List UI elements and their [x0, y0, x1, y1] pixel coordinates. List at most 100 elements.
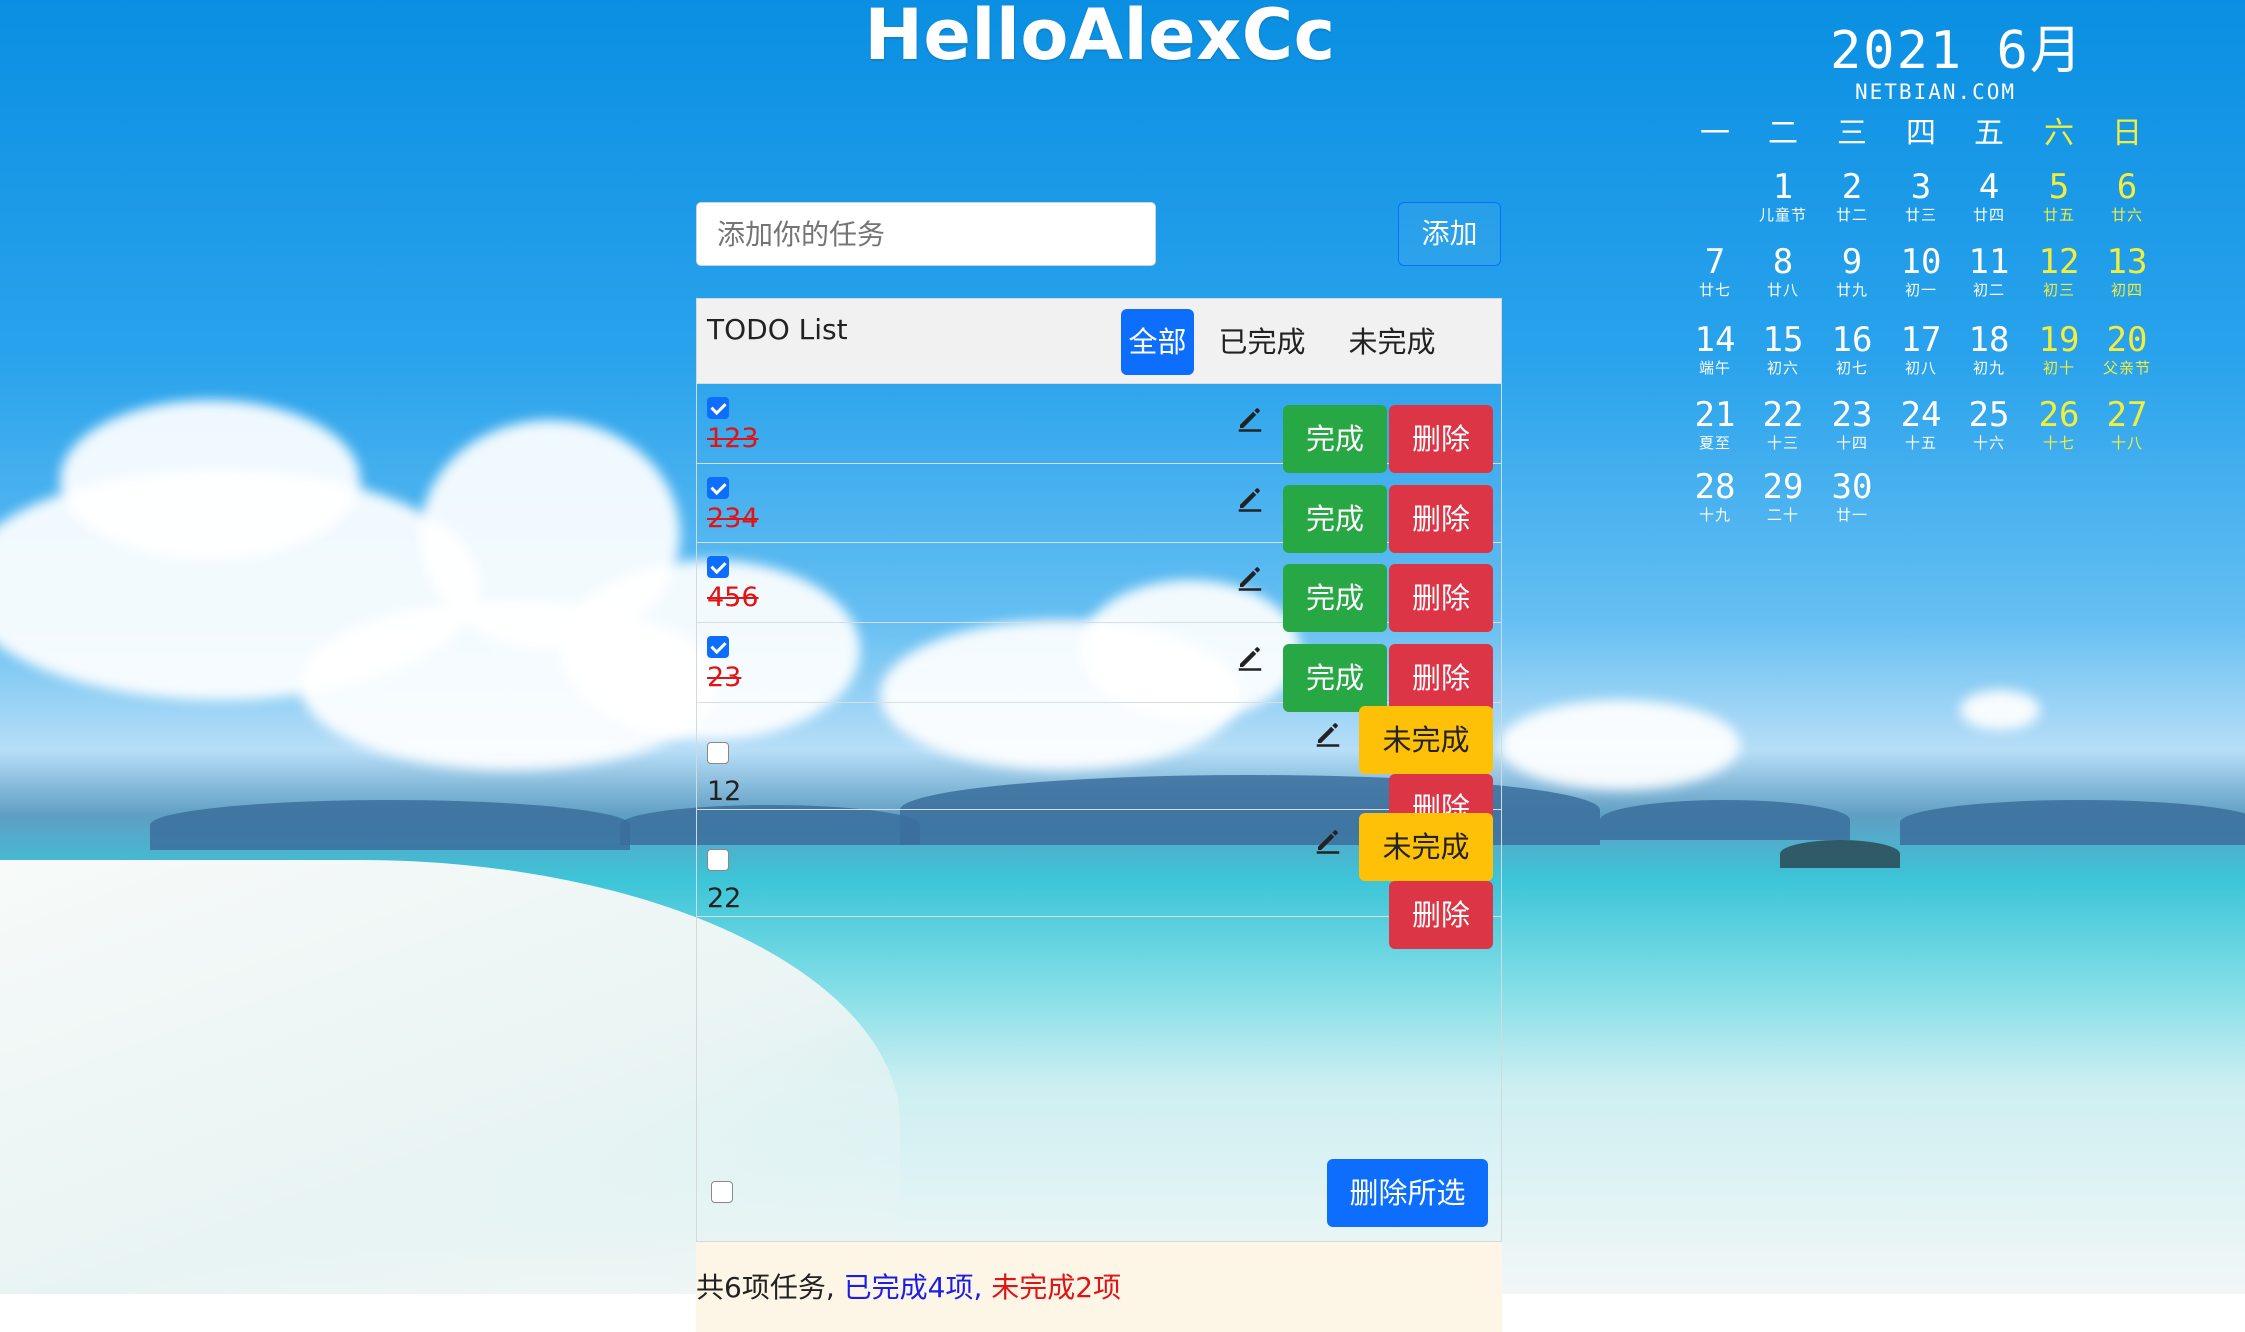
task-checkbox[interactable]	[707, 556, 729, 578]
calendar-day-number: 2	[1841, 167, 1863, 207]
edit-pencil-icon[interactable]	[1235, 562, 1265, 592]
summary-bar: 共6项任务, 已完成4项, 未完成2项	[696, 1242, 1502, 1332]
panel-header: TODO List 全部 已完成 未完成	[697, 299, 1501, 384]
calendar-day: 3 廿三	[1891, 168, 1951, 224]
calendar-day: 6 廿六	[2097, 168, 2157, 224]
calendar-day: 17 初八	[1891, 321, 1951, 377]
incomplete-button[interactable]: 未完成	[1359, 706, 1493, 774]
filter-done-tab[interactable]: 已完成	[1207, 309, 1317, 375]
calendar-weekday: 三	[1837, 116, 1867, 151]
delete-button[interactable]: 删除	[1389, 881, 1493, 949]
calendar-day: 4 廿四	[1959, 168, 2019, 224]
calendar-day-lunar: 初十	[2042, 359, 2075, 377]
calendar-day-lunar: 廿七	[1698, 281, 1731, 299]
calendar-day: 7 廿七	[1685, 243, 1745, 299]
calendar-day: 20 父亲节	[2097, 321, 2157, 377]
edit-pencil-icon[interactable]	[1235, 403, 1265, 433]
calendar-day: 10 初一	[1891, 243, 1951, 299]
calendar-day-number: 13	[2106, 242, 2148, 282]
calendar-day-number: 1	[1772, 167, 1794, 207]
calendar-day: 22 十三	[1753, 396, 1813, 452]
calendar-day-number: 4	[1978, 167, 2000, 207]
task-row: 22 未完成 删除	[697, 809, 1501, 949]
calendar-day-number: 16	[1831, 320, 1873, 360]
calendar-day-number: 27	[2106, 395, 2148, 435]
calendar-day-number: 20	[2106, 320, 2148, 360]
edit-pencil-icon[interactable]	[1313, 718, 1343, 748]
task-checkbox[interactable]	[707, 397, 729, 419]
calendar-day-lunar: 初九	[1972, 359, 2005, 377]
summary-total: 共6项任务,	[696, 1271, 835, 1304]
calendar-day: 25 十六	[1959, 396, 2019, 452]
calendar-day-number: 28	[1694, 467, 1736, 507]
task-checkbox[interactable]	[707, 636, 729, 658]
calendar-day: 15 初六	[1753, 321, 1813, 377]
task-row: 456 完成 删除	[697, 542, 1501, 632]
calendar-day: 16 初七	[1822, 321, 1882, 377]
calendar-day-lunar: 廿一	[1835, 506, 1868, 524]
calendar-day-lunar: 十四	[1835, 434, 1868, 452]
calendar-day-number: 8	[1772, 242, 1794, 282]
task-checkbox[interactable]	[707, 849, 729, 871]
summary-done: 已完成4项,	[843, 1271, 983, 1304]
todo-panel: TODO List 全部 已完成 未完成 123 完成 删除 234 完成 删除 456 完成…	[696, 298, 1502, 1242]
edit-pencil-icon[interactable]	[1313, 825, 1343, 855]
task-text: 234	[707, 503, 759, 534]
calendar-day-lunar: 初三	[2042, 281, 2075, 299]
calendar-day-lunar: 初二	[1972, 281, 2005, 299]
filter-all-tab[interactable]: 全部	[1121, 309, 1194, 375]
task-text: 23	[707, 662, 742, 693]
calendar-day-lunar: 十三	[1766, 434, 1799, 452]
calendar-day-number: 30	[1831, 467, 1873, 507]
calendar-day-lunar: 初八	[1904, 359, 1937, 377]
filter-undone-tab[interactable]: 未完成	[1337, 309, 1447, 375]
calendar-day: 1 儿童节	[1753, 168, 1813, 224]
calendar-day-number: 29	[1762, 467, 1804, 507]
calendar-day-lunar: 端午	[1698, 359, 1731, 377]
calendar-day-number: 12	[2038, 242, 2080, 282]
add-task-input[interactable]	[696, 202, 1156, 266]
calendar-day-number: 19	[2038, 320, 2080, 360]
calendar-weekday: 日	[2112, 116, 2142, 151]
calendar-day-number: 11	[1968, 242, 2010, 282]
task-checkbox[interactable]	[707, 477, 729, 499]
delete-selected-button[interactable]: 删除所选	[1327, 1159, 1488, 1227]
calendar-day-lunar: 初四	[2110, 281, 2143, 299]
calendar-day-lunar: 廿三	[1904, 206, 1937, 224]
add-button[interactable]: 添加	[1398, 202, 1501, 266]
select-all-checkbox[interactable]	[711, 1181, 733, 1203]
task-row: 123 完成 删除	[697, 383, 1501, 473]
task-text: 22	[707, 883, 742, 914]
calendar-day-number: 15	[1762, 320, 1804, 360]
edit-pencil-icon[interactable]	[1235, 483, 1265, 513]
calendar-day-lunar: 父亲节	[2102, 359, 2151, 377]
task-checkbox[interactable]	[707, 742, 729, 764]
task-text: 12	[707, 776, 742, 807]
calendar-day-number: 24	[1900, 395, 1942, 435]
calendar-day-number: 5	[2048, 167, 2070, 207]
calendar-day: 21 夏至	[1685, 396, 1745, 452]
calendar-day-lunar: 夏至	[1698, 434, 1731, 452]
calendar-day: 18 初九	[1959, 321, 2019, 377]
calendar-day: 23 十四	[1822, 396, 1882, 452]
edit-pencil-icon[interactable]	[1235, 642, 1265, 672]
calendar-day-lunar: 廿二	[1835, 206, 1868, 224]
calendar-day-number: 18	[1968, 320, 2010, 360]
calendar-day-lunar: 十六	[1972, 434, 2005, 452]
panel-title: TODO List	[707, 313, 848, 346]
calendar-day-lunar: 二十	[1766, 506, 1799, 524]
calendar-day: 11 初二	[1959, 243, 2019, 299]
calendar-day: 26 十七	[2029, 396, 2089, 452]
calendar-day-lunar: 十九	[1698, 506, 1731, 524]
calendar-day-number: 21	[1694, 395, 1736, 435]
calendar-day-lunar: 廿八	[1766, 281, 1799, 299]
calendar-site: NETBIAN.COM	[1855, 80, 2017, 104]
calendar-day-lunar: 初七	[1835, 359, 1868, 377]
calendar-day-lunar: 十八	[2110, 434, 2143, 452]
calendar-day-lunar: 廿五	[2042, 206, 2075, 224]
calendar-day: 9 廿九	[1822, 243, 1882, 299]
incomplete-button[interactable]: 未完成	[1359, 813, 1493, 881]
calendar-day-number: 7	[1704, 242, 1726, 282]
calendar-weekday: 一	[1700, 116, 1730, 151]
calendar-weekday: 六	[2044, 116, 2074, 151]
